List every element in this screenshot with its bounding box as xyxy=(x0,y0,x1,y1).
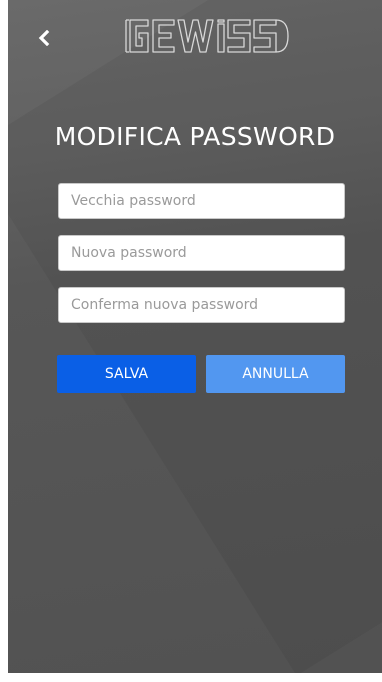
save-button[interactable]: SALVA xyxy=(57,355,196,393)
gewiss-logo xyxy=(116,16,294,56)
back-button[interactable] xyxy=(32,26,56,50)
new-password-field[interactable] xyxy=(58,235,345,271)
page-title: MODIFICA PASSWORD xyxy=(54,122,336,151)
app-screen: MODIFICA PASSWORD SALVA ANNULLA xyxy=(8,0,382,673)
confirm-password-field[interactable] xyxy=(58,287,345,323)
background-sheen xyxy=(8,0,382,673)
cancel-button[interactable]: ANNULLA xyxy=(206,355,345,393)
chevron-left-icon xyxy=(38,30,50,46)
old-password-field[interactable] xyxy=(58,183,345,219)
